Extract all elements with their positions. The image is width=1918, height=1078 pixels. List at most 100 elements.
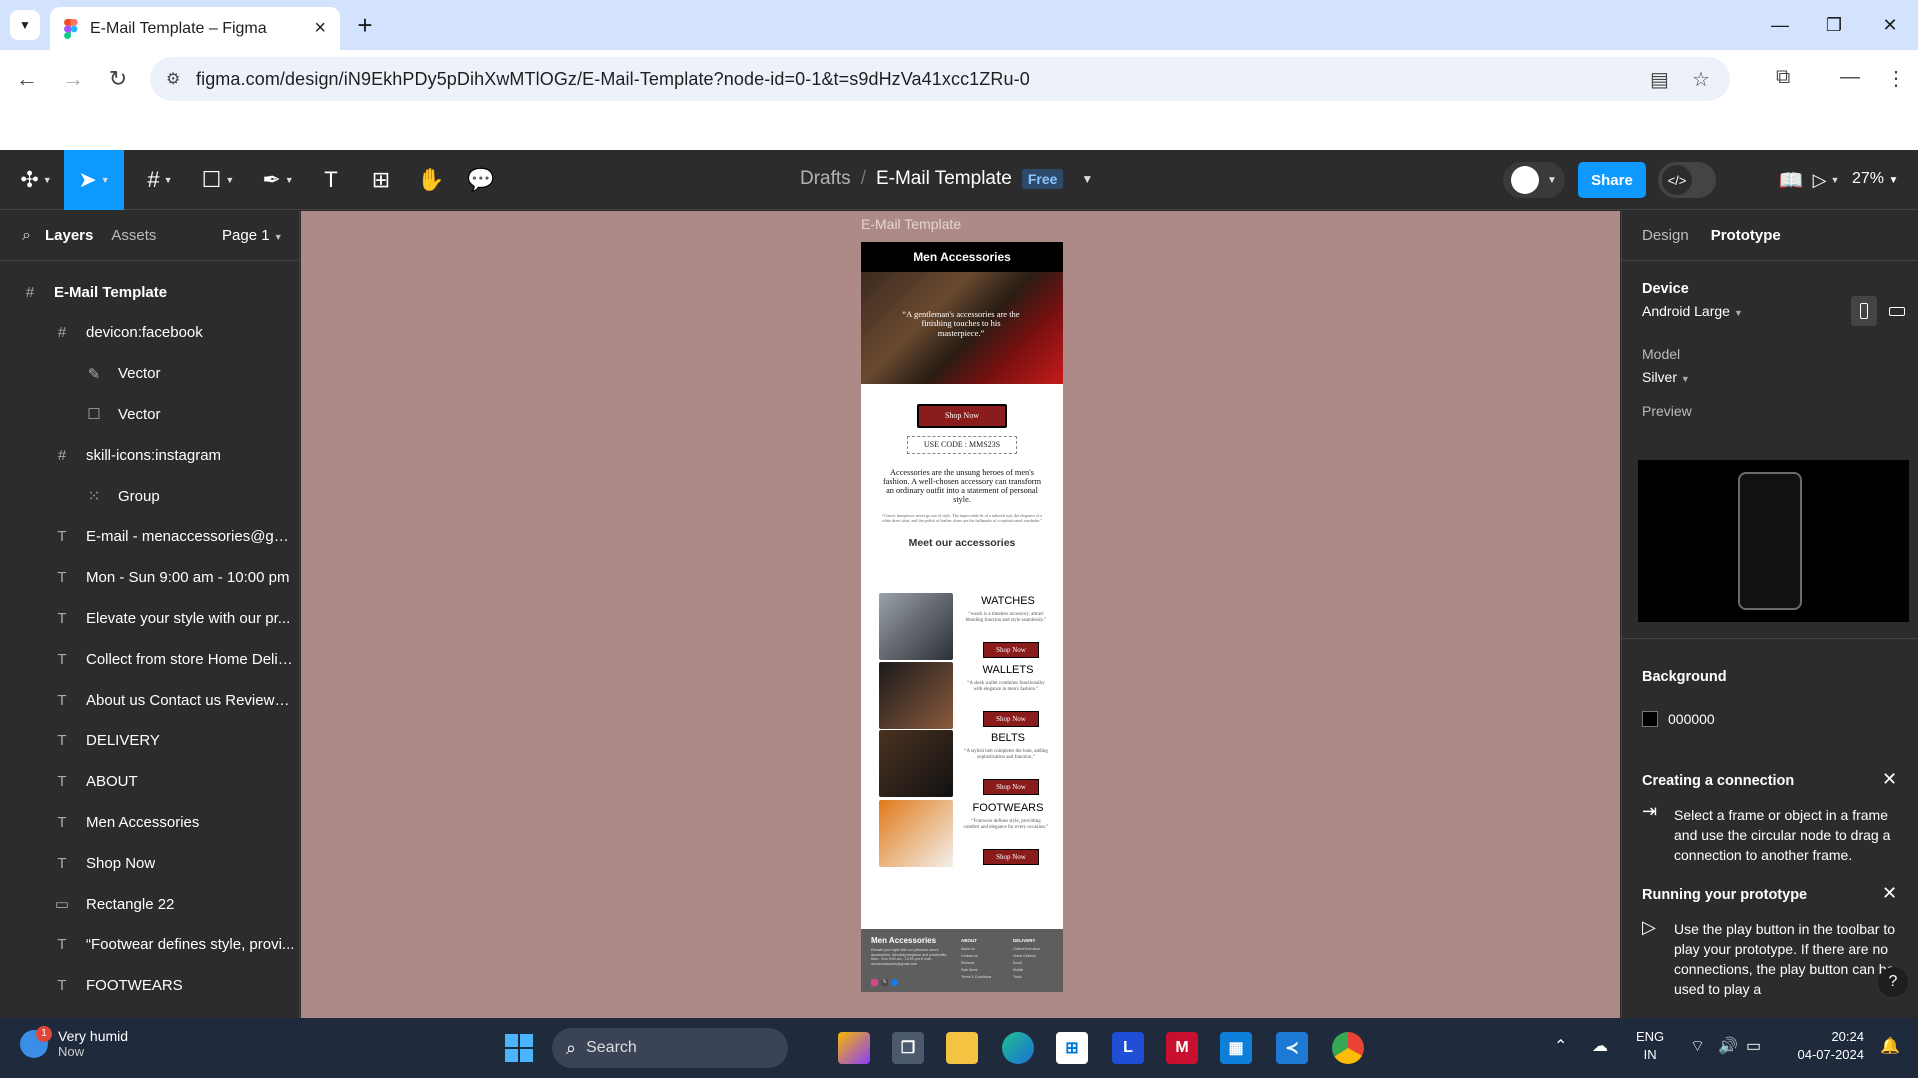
text-tool-button[interactable]: T bbox=[316, 160, 346, 200]
tab-design[interactable]: Design bbox=[1642, 227, 1689, 244]
multiplayer-avatar-button[interactable]: ▼ bbox=[1503, 162, 1565, 198]
layer-row[interactable]: ✎ Vector bbox=[0, 354, 299, 394]
layer-row[interactable]: T Mon - Sun 9:00 am - 10:00 pm bbox=[0, 558, 299, 598]
page-selector[interactable]: Page 1 ▼ bbox=[222, 227, 283, 244]
browser-menu-icon[interactable]: ⋮ bbox=[1886, 66, 1906, 91]
share-button[interactable]: Share bbox=[1578, 162, 1646, 198]
clipboard-icon[interactable]: ▤ bbox=[1650, 67, 1669, 92]
layer-row[interactable]: T About us Contact us Reviews ... bbox=[0, 680, 299, 720]
browser-tab[interactable]: E-Mail Template – Figma × bbox=[50, 7, 340, 50]
device-select[interactable]: Android Large ▼ bbox=[1642, 303, 1743, 319]
pen-tool-button[interactable]: ✒ ▼ bbox=[258, 160, 298, 200]
frame-tool-button[interactable]: # ▼ bbox=[140, 160, 180, 200]
library-button[interactable]: 📖 bbox=[1776, 160, 1806, 200]
landscape-orientation-button[interactable] bbox=[1884, 296, 1910, 326]
volume-icon[interactable]: 🔊 bbox=[1718, 1036, 1738, 1056]
plan-badge[interactable]: Free bbox=[1021, 169, 1064, 189]
comment-tool-button[interactable]: 💬 bbox=[466, 160, 496, 200]
layer-row[interactable]: T Collect from store Home Deliv... bbox=[0, 639, 299, 679]
clock[interactable]: 20:24 04-07-2024 bbox=[1794, 1028, 1865, 1064]
email-template-frame[interactable]: Men Accessories “A gentleman's accessori… bbox=[861, 242, 1063, 992]
url-text[interactable]: figma.com/design/iN9EkhPDy5pDihXwMTlOGz/… bbox=[196, 69, 1030, 90]
design-canvas[interactable]: E-Mail Template Men Accessories “A gentl… bbox=[301, 211, 1620, 1018]
tab-assets[interactable]: Assets bbox=[111, 227, 156, 244]
battery-icon[interactable]: ▭ bbox=[1746, 1036, 1761, 1056]
present-button[interactable]: ▷ ▼ bbox=[1808, 160, 1844, 200]
windows-start-icon[interactable] bbox=[505, 1034, 533, 1062]
zoom-level[interactable]: 27% ▼ bbox=[1852, 170, 1898, 188]
bookmark-star-icon[interactable]: ☆ bbox=[1692, 67, 1710, 92]
shape-tool-button[interactable]: ☐ ▼ bbox=[198, 160, 238, 200]
search-icon[interactable]: ⌕ bbox=[22, 227, 31, 245]
background-hex-input[interactable]: 000000 bbox=[1668, 711, 1715, 727]
layer-row[interactable]: # E-Mail Template bbox=[0, 272, 299, 312]
help-button[interactable]: ? bbox=[1878, 967, 1908, 997]
new-tab-button[interactable]: + bbox=[350, 10, 380, 40]
extensions-icon[interactable]: ⧉ bbox=[1776, 66, 1790, 89]
edge-browser-icon[interactable] bbox=[1002, 1032, 1034, 1064]
background-color-swatch[interactable] bbox=[1642, 711, 1658, 727]
layer-row[interactable]: T DELIVERY bbox=[0, 721, 299, 761]
onedrive-cloud-icon[interactable]: ☁ bbox=[1592, 1036, 1608, 1056]
layer-row[interactable]: # skill-icons:instagram bbox=[0, 435, 299, 475]
tab-prototype[interactable]: Prototype bbox=[1711, 227, 1781, 244]
product-shop-now-button: Shop Now bbox=[983, 849, 1039, 865]
close-icon[interactable]: ✕ bbox=[1882, 883, 1897, 904]
microsoft-store-icon[interactable]: ⊞ bbox=[1056, 1032, 1088, 1064]
layer-row[interactable]: ☐ Vector bbox=[0, 394, 299, 434]
layer-row[interactable]: T FOOTWEARS bbox=[0, 966, 299, 1006]
forward-icon[interactable]: → bbox=[58, 64, 88, 94]
breadcrumb-drafts[interactable]: Drafts bbox=[800, 168, 851, 190]
layer-row[interactable]: T ABOUT bbox=[0, 762, 299, 802]
language-indicator[interactable]: ENG IN bbox=[1636, 1028, 1664, 1064]
mcafee-icon[interactable]: M bbox=[1166, 1032, 1198, 1064]
layer-row[interactable]: # devicon:facebook bbox=[0, 313, 299, 353]
file-explorer-icon[interactable] bbox=[946, 1032, 978, 1064]
dev-mode-toggle[interactable]: </> bbox=[1658, 162, 1716, 198]
hand-tool-button[interactable]: ✋ bbox=[416, 160, 446, 200]
vscode-icon[interactable]: ≺ bbox=[1276, 1032, 1308, 1064]
layer-row[interactable]: ▭ Rectangle 22 bbox=[0, 884, 299, 924]
window-close-icon[interactable]: ✕ bbox=[1872, 10, 1908, 40]
main-menu-button[interactable]: ✣ ▼ bbox=[16, 160, 56, 200]
chevron-down-icon[interactable]: ▼ bbox=[1081, 172, 1093, 186]
weather-widget[interactable]: 1 Very humid Now bbox=[20, 1025, 128, 1059]
minimize-icon[interactable]: — bbox=[1762, 10, 1798, 40]
chevron-down-icon: ▼ bbox=[1547, 174, 1557, 186]
text-icon: T bbox=[57, 528, 67, 546]
frame-label[interactable]: E-Mail Template bbox=[861, 216, 961, 232]
portrait-orientation-button[interactable] bbox=[1851, 296, 1877, 326]
l-app-icon[interactable]: L bbox=[1112, 1032, 1144, 1064]
reload-icon[interactable]: ↻ bbox=[103, 64, 133, 94]
copilot-app-icon[interactable] bbox=[838, 1032, 870, 1064]
profile-icon[interactable]: — bbox=[1840, 66, 1860, 89]
resources-tool-button[interactable]: ⊞ bbox=[366, 160, 396, 200]
taskbar-search[interactable]: ⌕ Search bbox=[552, 1028, 788, 1068]
restore-icon[interactable]: ❐ bbox=[1816, 10, 1852, 40]
url-bar[interactable]: ⚙ figma.com/design/iN9EkhPDy5pDihXwMTlOG… bbox=[150, 57, 1730, 101]
app-icon[interactable]: ▦ bbox=[1220, 1032, 1252, 1064]
layer-row[interactable]: T E-mail - menaccessories@gm... bbox=[0, 517, 299, 557]
model-select[interactable]: Silver ▼ bbox=[1642, 369, 1690, 385]
layer-row[interactable]: ▨Rectangle 21 bbox=[0, 1006, 299, 1019]
tab-search-button[interactable]: ▼ bbox=[10, 10, 40, 40]
tab-close-icon[interactable]: × bbox=[314, 17, 326, 40]
notification-bell-icon[interactable]: 🔔 bbox=[1880, 1036, 1900, 1056]
layer-row[interactable]: T Men Accessories bbox=[0, 802, 299, 842]
wifi-icon[interactable]: ⌔ bbox=[1690, 1036, 1705, 1056]
back-icon[interactable]: ← bbox=[12, 64, 42, 94]
layer-row[interactable]: ⁙ Group bbox=[0, 476, 299, 516]
chrome-browser-icon[interactable] bbox=[1332, 1032, 1364, 1064]
site-info-icon[interactable]: ⚙ bbox=[166, 69, 180, 89]
close-icon[interactable]: ✕ bbox=[1882, 769, 1897, 790]
layer-row[interactable]: T Shop Now bbox=[0, 843, 299, 883]
task-view-icon[interactable]: ❐ bbox=[892, 1032, 924, 1064]
move-tool-button[interactable]: ➤ ▼ bbox=[64, 150, 124, 210]
show-hidden-icons-chevron-icon[interactable]: ⌃ bbox=[1554, 1036, 1567, 1056]
file-name[interactable]: E-Mail Template bbox=[876, 168, 1012, 190]
layer-row[interactable]: T Elevate your style with our pr... bbox=[0, 598, 299, 638]
tab-layers[interactable]: Layers bbox=[45, 227, 93, 244]
product-item: WATCHES “watch is a timeless accessory, a… bbox=[879, 593, 1049, 661]
layer-row[interactable]: T “Footwear defines style, provi... bbox=[0, 925, 299, 965]
rectangle-icon: ▭ bbox=[54, 896, 70, 913]
